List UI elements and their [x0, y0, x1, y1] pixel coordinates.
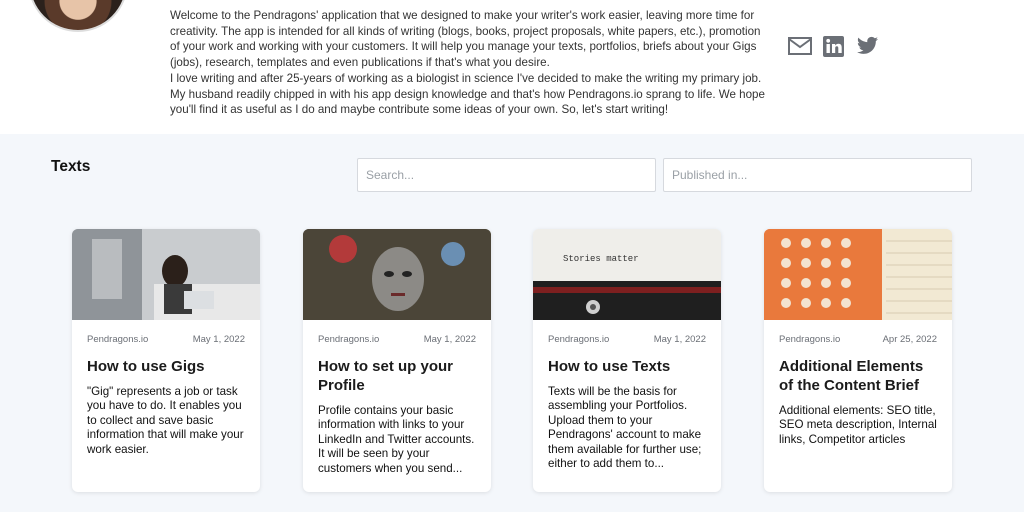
card-excerpt: Additional elements: SEO title, SEO meta… — [779, 404, 937, 446]
card-title[interactable]: How to set up your Profile — [318, 357, 476, 395]
card-date: May 1, 2022 — [423, 334, 476, 345]
text-card[interactable]: Pendragons.io May 1, 2022 How to set up … — [303, 229, 491, 492]
bio-line: Welcome to the Pendragons' application t… — [170, 9, 755, 22]
card-source: Pendragons.io — [548, 334, 610, 345]
section-title: Texts — [51, 158, 91, 175]
twitter-icon[interactable] — [857, 36, 878, 55]
card-image — [72, 229, 260, 320]
card-date: May 1, 2022 — [653, 334, 706, 345]
image-caption: Stories matter — [563, 254, 639, 264]
card-image: Stories matter — [533, 229, 721, 320]
text-card[interactable]: Pendragons.io Apr 25, 2022 Additional El… — [764, 229, 952, 492]
card-date: May 1, 2022 — [192, 334, 245, 345]
bio-line: of your work and working with your custo… — [170, 40, 757, 54]
bio-line: you'll find it as useful as I do and may… — [170, 103, 669, 117]
card-title[interactable]: How to use Texts — [548, 357, 706, 376]
text-card[interactable]: Stories matter Pendragons.io May 1, 2022… — [533, 229, 721, 492]
avatar — [28, 0, 128, 32]
search-input[interactable] — [357, 158, 656, 192]
card-excerpt: Profile contains your basic information … — [318, 404, 475, 475]
mail-icon[interactable] — [788, 36, 812, 56]
card-source: Pendragons.io — [87, 334, 149, 345]
bio-line: I love writing and after 25-years of wor… — [170, 71, 762, 85]
card-excerpt: "Gig" represents a job or task you have … — [87, 385, 244, 456]
bio-line: My husband readily chipped in with his a… — [170, 87, 765, 101]
card-title[interactable]: How to use Gigs — [87, 357, 245, 376]
bio-line: creativity. The app is intended for all … — [170, 24, 761, 38]
card-title[interactable]: Additional Elements of the Content Brief — [779, 357, 937, 395]
profile-bio: Welcome to the Pendragons' application t… — [170, 8, 770, 118]
card-image — [303, 229, 491, 320]
text-card[interactable]: Pendragons.io May 1, 2022 How to use Gig… — [72, 229, 260, 492]
card-date: Apr 25, 2022 — [882, 334, 937, 345]
card-source: Pendragons.io — [318, 334, 380, 345]
published-in-input[interactable] — [663, 158, 972, 192]
bio-line: (jobs), research, templates and even pub… — [170, 56, 550, 70]
card-source: Pendragons.io — [779, 334, 841, 345]
profile-header: Welcome to the Pendragons' application t… — [0, 0, 1024, 134]
card-excerpt: Texts will be the basis for assembling y… — [548, 385, 702, 471]
card-image — [764, 229, 952, 320]
linkedin-icon[interactable] — [823, 36, 844, 57]
